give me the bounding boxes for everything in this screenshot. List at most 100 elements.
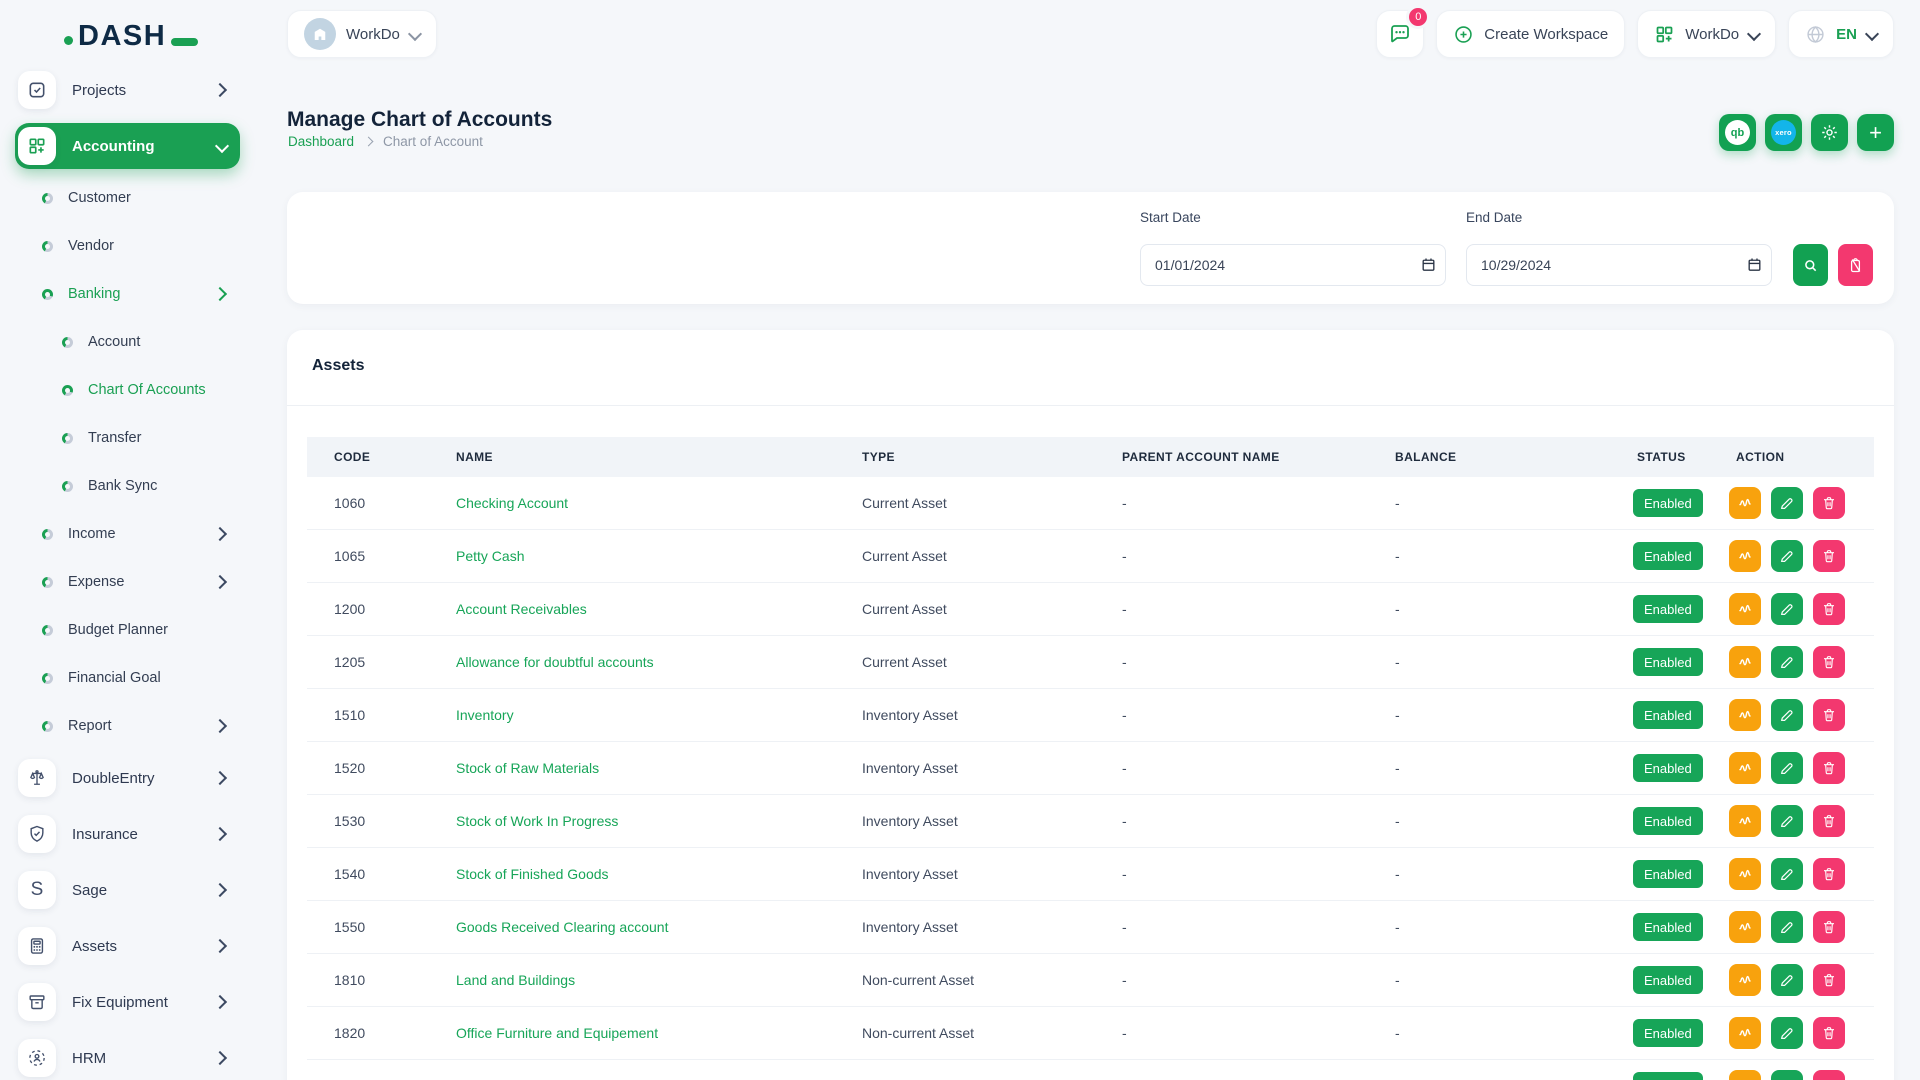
edit-button[interactable] [1771,1017,1803,1049]
calendar-icon[interactable] [1420,256,1437,278]
cell-status: Enabled [1637,595,1736,623]
activity-button[interactable] [1729,1070,1761,1080]
edit-button[interactable] [1771,646,1803,678]
cell-actions [1729,593,1874,625]
edit-button[interactable] [1771,911,1803,943]
activity-button[interactable] [1729,752,1761,784]
sidebar-item-expense[interactable]: Expense [0,558,257,606]
activity-button[interactable] [1729,805,1761,837]
activity-button[interactable] [1729,646,1761,678]
sidebar-item-chart-of-accounts[interactable]: Chart Of Accounts [0,366,257,414]
delete-button[interactable] [1813,858,1845,890]
sidebar-item-assets[interactable]: Assets [0,918,257,974]
account-name-link[interactable]: Stock of Finished Goods [456,866,609,882]
status-badge[interactable]: Enabled [1633,542,1703,570]
edit-button[interactable] [1771,964,1803,996]
sidebar-item-hrm[interactable]: HRM [0,1030,257,1080]
delete-button[interactable] [1813,964,1845,996]
person-dashed-icon [18,1039,56,1077]
status-badge[interactable]: Enabled [1633,648,1703,676]
account-name-link[interactable]: Account Receivables [456,601,587,617]
sidebar-item-budget-planner[interactable]: Budget Planner [0,606,257,654]
reset-filter-button[interactable] [1838,244,1873,286]
edit-button[interactable] [1771,487,1803,519]
status-badge[interactable]: Enabled [1633,807,1703,835]
activity-button[interactable] [1729,911,1761,943]
delete-button[interactable] [1813,1017,1845,1049]
delete-button[interactable] [1813,593,1845,625]
status-badge[interactable]: Enabled [1633,595,1703,623]
account-name-link[interactable]: Allowance for doubtful accounts [456,654,654,670]
account-name-link[interactable]: Checking Account [456,495,568,511]
sidebar-item-income[interactable]: Income [0,510,257,558]
delete-button[interactable] [1813,540,1845,572]
delete-button[interactable] [1813,699,1845,731]
sidebar-item-financial-goal[interactable]: Financial Goal [0,654,257,702]
edit-button[interactable] [1771,699,1803,731]
account-name-link[interactable]: Land and Buildings [456,972,575,988]
create-workspace-button[interactable]: Create Workspace [1436,10,1625,58]
status-badge[interactable]: Enabled [1633,754,1703,782]
sidebar-item-customer[interactable]: Customer [0,174,257,222]
quickbooks-button[interactable]: qb [1719,114,1756,151]
sidebar-item-projects[interactable]: Projects [0,62,257,118]
edit-button[interactable] [1771,540,1803,572]
delete-button[interactable] [1813,487,1845,519]
settings-button[interactable] [1811,114,1848,151]
add-button[interactable]: + [1857,114,1894,151]
status-badge[interactable]: Enabled [1633,1072,1703,1080]
messages-button[interactable]: 0 [1376,10,1424,58]
delete-button[interactable] [1813,911,1845,943]
sidebar-item-fix-equipment[interactable]: Fix Equipment [0,974,257,1030]
activity-button[interactable] [1729,964,1761,996]
status-badge[interactable]: Enabled [1633,701,1703,729]
account-name-link[interactable]: Inventory [456,707,514,723]
edit-button[interactable] [1771,752,1803,784]
search-button[interactable] [1793,244,1828,286]
sidebar-item-banking[interactable]: Banking [0,270,257,318]
sidebar-item-insurance[interactable]: Insurance [0,806,257,862]
cell-actions [1729,911,1874,943]
status-badge[interactable]: Enabled [1633,1019,1703,1047]
sidebar-item-sage[interactable]: SSage [0,862,257,918]
calendar-icon[interactable] [1746,256,1763,278]
delete-button[interactable] [1813,646,1845,678]
account-name-link[interactable]: Goods Received Clearing account [456,919,668,935]
sidebar-item-vendor[interactable]: Vendor [0,222,257,270]
status-badge[interactable]: Enabled [1633,966,1703,994]
start-date-input[interactable] [1140,244,1446,286]
delete-button[interactable] [1813,1070,1845,1080]
activity-button[interactable] [1729,699,1761,731]
sidebar-item-bank-sync[interactable]: Bank Sync [0,462,257,510]
delete-button[interactable] [1813,805,1845,837]
xero-button[interactable]: xero [1765,114,1802,151]
brand-logo[interactable]: DASH [64,22,198,51]
edit-button[interactable] [1771,1070,1803,1080]
delete-button[interactable] [1813,752,1845,784]
account-name-link[interactable]: Stock of Raw Materials [456,760,599,776]
breadcrumb-dashboard-link[interactable]: Dashboard [288,134,354,149]
edit-button[interactable] [1771,593,1803,625]
status-badge[interactable]: Enabled [1633,913,1703,941]
sidebar-item-doubleentry[interactable]: DoubleEntry [0,750,257,806]
sidebar-item-accounting[interactable]: Accounting [0,118,257,174]
status-badge[interactable]: Enabled [1633,489,1703,517]
account-name-link[interactable]: Petty Cash [456,548,524,564]
activity-button[interactable] [1729,540,1761,572]
account-name-link[interactable]: Stock of Work In Progress [456,813,618,829]
status-badge[interactable]: Enabled [1633,860,1703,888]
sidebar-item-report[interactable]: Report [0,702,257,750]
activity-button[interactable] [1729,858,1761,890]
activity-button[interactable] [1729,1017,1761,1049]
language-selector[interactable]: EN [1788,10,1894,58]
edit-button[interactable] [1771,858,1803,890]
sidebar-item-account[interactable]: Account [0,318,257,366]
activity-button[interactable] [1729,487,1761,519]
account-name-link[interactable]: Office Furniture and Equipement [456,1025,658,1041]
sidebar-item-transfer[interactable]: Transfer [0,414,257,462]
edit-button[interactable] [1771,805,1803,837]
user-menu[interactable]: WorkDo [1637,10,1776,58]
activity-button[interactable] [1729,593,1761,625]
workspace-selector[interactable]: WorkDo [287,10,437,58]
end-date-input[interactable] [1466,244,1772,286]
